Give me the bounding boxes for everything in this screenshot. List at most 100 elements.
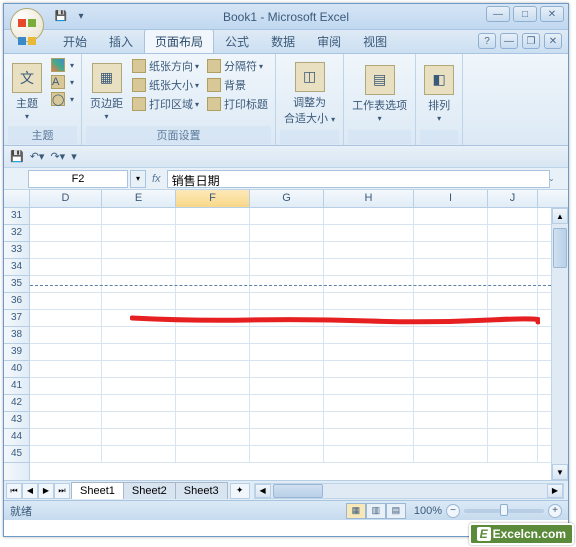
cell[interactable] [30, 208, 102, 224]
cell[interactable] [250, 344, 324, 360]
doc-close-button[interactable]: ✕ [544, 33, 562, 49]
cell[interactable] [324, 327, 414, 343]
cell[interactable] [176, 361, 250, 377]
theme-fonts-button[interactable]: A▾ [48, 74, 77, 90]
cell[interactable] [414, 208, 488, 224]
cell[interactable] [176, 446, 250, 462]
cell[interactable] [30, 446, 102, 462]
cell[interactable] [176, 378, 250, 394]
breaks-button[interactable]: 分隔符▾ [204, 57, 271, 75]
cell[interactable] [30, 310, 102, 326]
zoom-slider[interactable] [464, 509, 544, 513]
row-header-32[interactable]: 32 [4, 225, 29, 242]
cell[interactable] [30, 344, 102, 360]
cell[interactable] [488, 395, 538, 411]
cell[interactable] [324, 225, 414, 241]
formula-input[interactable]: 销售日期 [167, 170, 550, 188]
cell[interactable] [414, 242, 488, 258]
cell[interactable] [102, 276, 176, 292]
cells-area[interactable] [30, 208, 551, 480]
cell[interactable] [250, 327, 324, 343]
tab-insert[interactable]: 插入 [98, 29, 144, 53]
cell[interactable] [324, 361, 414, 377]
cell[interactable] [488, 361, 538, 377]
tab-data[interactable]: 数据 [260, 29, 306, 53]
orientation-button[interactable]: 纸张方向▾ [129, 57, 202, 75]
cell[interactable] [102, 395, 176, 411]
row-header-44[interactable]: 44 [4, 429, 29, 446]
cell[interactable] [102, 225, 176, 241]
scroll-up-icon[interactable]: ▲ [552, 208, 568, 224]
row-header-33[interactable]: 33 [4, 242, 29, 259]
column-header-H[interactable]: H [324, 190, 414, 207]
minimize-button[interactable]: — [486, 6, 510, 22]
cell[interactable] [176, 276, 250, 292]
row-header-40[interactable]: 40 [4, 361, 29, 378]
scroll-track[interactable] [271, 484, 547, 498]
doc-restore-button[interactable]: ❐ [522, 33, 540, 49]
cell[interactable] [250, 412, 324, 428]
cell[interactable] [414, 395, 488, 411]
tab-view[interactable]: 视图 [352, 29, 398, 53]
view-page-break-button[interactable]: ▤ [386, 503, 406, 519]
cell[interactable] [176, 293, 250, 309]
scroll-thumb[interactable] [553, 228, 567, 268]
cell[interactable] [324, 208, 414, 224]
print-area-button[interactable]: 打印区域▾ [129, 95, 202, 113]
row-header-35[interactable]: 35 [4, 276, 29, 293]
cell[interactable] [488, 276, 538, 292]
fx-button[interactable]: fx [146, 173, 167, 185]
qat-save-icon[interactable]: 💾 [52, 8, 70, 26]
sheet-first-icon[interactable]: ⏮ [6, 483, 22, 499]
cell[interactable] [324, 293, 414, 309]
cell[interactable] [30, 242, 102, 258]
cell[interactable] [414, 378, 488, 394]
doc-minimize-button[interactable]: — [500, 33, 518, 49]
cell[interactable] [250, 429, 324, 445]
cell[interactable] [488, 225, 538, 241]
cell[interactable] [176, 429, 250, 445]
cell[interactable] [488, 242, 538, 258]
qat2-undo-icon[interactable]: ↶▾ [30, 150, 45, 163]
column-header-E[interactable]: E [102, 190, 176, 207]
cell[interactable] [414, 225, 488, 241]
cell[interactable] [488, 327, 538, 343]
tab-page-layout[interactable]: 页面布局 [144, 29, 214, 53]
cell[interactable] [102, 446, 176, 462]
row-header-37[interactable]: 37 [4, 310, 29, 327]
select-all-corner[interactable] [4, 190, 30, 207]
cell[interactable] [414, 429, 488, 445]
row-header-39[interactable]: 39 [4, 344, 29, 361]
sheet-tab-2[interactable]: Sheet2 [123, 482, 176, 499]
cell[interactable] [324, 446, 414, 462]
cell[interactable] [250, 395, 324, 411]
cell[interactable] [176, 412, 250, 428]
cell[interactable] [176, 327, 250, 343]
cell[interactable] [324, 344, 414, 360]
cell[interactable] [324, 276, 414, 292]
theme-colors-button[interactable]: ▾ [48, 57, 77, 73]
horizontal-scrollbar[interactable]: ◀ ▶ [254, 483, 564, 499]
view-page-layout-button[interactable]: ▥ [366, 503, 386, 519]
row-header-42[interactable]: 42 [4, 395, 29, 412]
column-header-J[interactable]: J [488, 190, 538, 207]
cell[interactable] [102, 293, 176, 309]
column-header-I[interactable]: I [414, 190, 488, 207]
tab-formulas[interactable]: 公式 [214, 29, 260, 53]
qat-dropdown-icon[interactable]: ▾ [72, 8, 90, 26]
cell[interactable] [250, 293, 324, 309]
cell[interactable] [30, 412, 102, 428]
column-header-G[interactable]: G [250, 190, 324, 207]
row-header-43[interactable]: 43 [4, 412, 29, 429]
cell[interactable] [176, 344, 250, 360]
help-icon[interactable]: ? [478, 33, 496, 49]
cell[interactable] [250, 259, 324, 275]
cell[interactable] [414, 293, 488, 309]
view-normal-button[interactable]: ▦ [346, 503, 366, 519]
cell[interactable] [30, 429, 102, 445]
cell[interactable] [102, 259, 176, 275]
cell[interactable] [176, 395, 250, 411]
qat2-redo-icon[interactable]: ↷▾ [50, 150, 65, 163]
cell[interactable] [250, 208, 324, 224]
cell[interactable] [30, 259, 102, 275]
